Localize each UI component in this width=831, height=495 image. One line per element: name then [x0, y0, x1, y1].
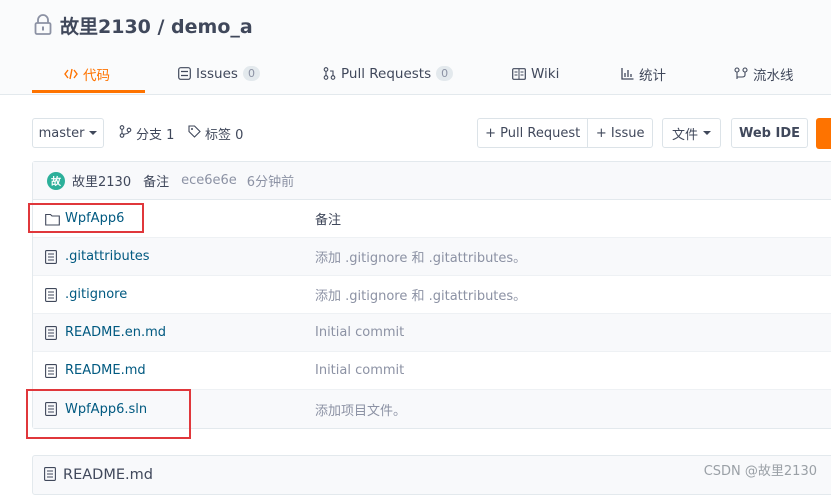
commit-time: 6分钟前 [246, 175, 295, 190]
book-icon [512, 67, 526, 80]
branches-link[interactable]: 分支 1 [119, 118, 174, 148]
new-pull-request-button[interactable]: + Pull Request [478, 119, 587, 147]
file-icon [45, 401, 57, 420]
folder-icon [45, 211, 60, 230]
file-name[interactable]: README.en.md [65, 325, 166, 340]
file-commit-message[interactable]: 添加项目文件。 [315, 400, 406, 419]
file-icon [45, 287, 57, 306]
commit-hash[interactable]: ece6e6e [181, 173, 237, 188]
tab-stats[interactable]: 统计 [621, 55, 666, 92]
branch-select[interactable]: master [32, 118, 104, 148]
tags-label: 标签 0 [205, 127, 244, 143]
pipeline-icon [734, 67, 748, 80]
file-icon [45, 363, 57, 382]
latest-commit-bar: 故 故里2130 备注 ece6e6e 6分钟前 [33, 162, 831, 200]
tab-label: Issues [196, 65, 238, 82]
issues-icon [178, 67, 191, 80]
tab-code[interactable]: 代码 [64, 55, 110, 92]
file-menu-label: 文件 [671, 127, 698, 143]
file-commit-message[interactable]: 添加 .gitignore 和 .gitattributes。 [315, 285, 526, 304]
tab-pipeline[interactable]: 流水线 [734, 55, 794, 92]
file-icon [45, 249, 57, 268]
file-icon [45, 325, 57, 344]
tab-label: 流水线 [753, 67, 794, 84]
file-icon [44, 466, 56, 485]
tab-issues[interactable]: Issues 0 [178, 55, 260, 92]
commit-author[interactable]: 故里2130 [72, 171, 131, 190]
avatar[interactable]: 故 [47, 171, 65, 190]
code-icon [64, 68, 78, 80]
branch-select-value: master [38, 125, 85, 141]
file-commit-message[interactable]: Initial commit [315, 325, 404, 340]
branch-icon [119, 124, 132, 142]
tags-link[interactable]: 标签 0 [188, 118, 243, 148]
watermark: CSDN @故里2130 [703, 464, 817, 479]
create-button-group: + Pull Request + Issue [477, 118, 653, 148]
repo-title-bar: 故里2130 / demo_a [34, 12, 253, 38]
file-commit-message[interactable]: 备注 [315, 209, 341, 228]
repo-tabs: 代码 Issues 0 Pull Requests 0 Wiki 统计 流水线 [0, 55, 831, 94]
file-commit-message[interactable]: Initial commit [315, 363, 404, 378]
file-row[interactable]: README.en.md Initial commit [33, 314, 831, 352]
file-row[interactable]: README.md Initial commit [33, 352, 831, 390]
file-commit-message[interactable]: 添加 .gitignore 和 .gitattributes。 [315, 247, 526, 266]
web-ide-button[interactable]: Web IDE [731, 118, 808, 148]
file-browser: 故 故里2130 备注 ece6e6e 6分钟前 WpfApp6 备注 .git… [32, 161, 831, 429]
branches-label: 分支 1 [136, 127, 175, 143]
file-name[interactable]: README.md [65, 363, 146, 378]
chevron-down-icon [89, 131, 98, 135]
active-tab-indicator [32, 90, 145, 93]
file-name[interactable]: WpfApp6 [65, 211, 124, 226]
pull-requests-count: 0 [436, 66, 454, 81]
repo-header: 故里2130 / demo_a 代码 Issues 0 Pull Request… [0, 0, 831, 95]
file-row[interactable]: WpfApp6 备注 [33, 200, 831, 238]
file-menu-button[interactable]: 文件 [662, 118, 721, 148]
tab-label: Pull Requests [341, 65, 432, 82]
lock-icon [34, 14, 52, 36]
file-row[interactable]: .gitignore 添加 .gitignore 和 .gitattribute… [33, 276, 831, 314]
tab-label: 代码 [83, 67, 110, 84]
tab-label: Wiki [531, 65, 560, 82]
tab-label: 统计 [639, 67, 666, 84]
readme-title: README.md [63, 467, 153, 483]
chevron-down-icon [703, 131, 711, 135]
stats-icon [621, 67, 634, 80]
tab-wiki[interactable]: Wiki [512, 55, 559, 92]
repo-name[interactable]: 故里2130 / demo_a [60, 12, 253, 39]
tag-icon [188, 124, 201, 142]
tab-pull-requests[interactable]: Pull Requests 0 [323, 55, 454, 92]
file-list: WpfApp6 备注 .gitattributes 添加 .gitignore … [33, 200, 831, 428]
issues-count: 0 [242, 66, 260, 81]
new-issue-button[interactable]: + Issue [587, 119, 652, 147]
file-name[interactable]: .gitignore [65, 287, 127, 302]
file-row[interactable]: .gitattributes 添加 .gitignore 和 .gitattri… [33, 238, 831, 276]
repo-toolbar: master 分支 1 标签 0 + Pull Request + Issue … [0, 118, 831, 150]
file-name[interactable]: WpfApp6.sln [65, 402, 147, 417]
pull-request-icon [323, 67, 336, 80]
commit-message[interactable]: 备注 [143, 171, 169, 190]
file-name[interactable]: .gitattributes [65, 249, 150, 264]
file-row[interactable]: WpfApp6.sln 添加项目文件。 [33, 390, 831, 428]
clone-download-button[interactable] [816, 118, 831, 149]
